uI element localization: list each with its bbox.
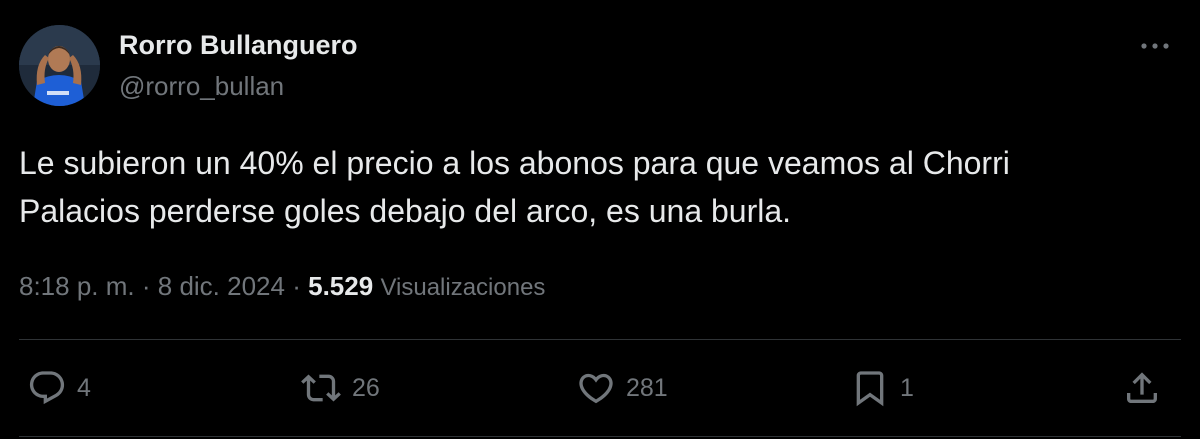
like-count: 281 (626, 373, 668, 402)
retweet-button[interactable]: 26 (300, 368, 380, 408)
tweet-time[interactable]: 8:18 p. m. (19, 271, 135, 301)
tweet-card: Rorro Bullanguero @rorro_bullan Le subie… (0, 0, 1200, 439)
bookmark-count: 1 (900, 373, 914, 402)
divider (19, 436, 1181, 437)
author-name[interactable]: Rorro Bullanguero (119, 28, 358, 62)
views-label[interactable]: Visualizaciones (380, 274, 545, 301)
share-icon (1127, 372, 1157, 403)
more-horizontal-icon (1141, 43, 1169, 49)
divider (19, 339, 1181, 340)
bookmark-icon (856, 371, 884, 407)
tweet-date[interactable]: 8 dic. 2024 (158, 271, 285, 301)
more-options-button[interactable] (1135, 30, 1175, 60)
reply-button[interactable]: 4 (27, 368, 91, 408)
reply-count: 4 (77, 373, 91, 402)
retweet-icon (301, 374, 341, 402)
retweet-count: 26 (352, 373, 380, 402)
tweet-text: Le subieron un 40% el precio a los abono… (19, 145, 1010, 229)
tweet-meta: 8:18 p. m. · 8 dic. 2024 · 5.529 Visuali… (19, 268, 545, 306)
bookmark-button[interactable]: 1 (850, 368, 914, 408)
meta-separator: · (141, 271, 151, 301)
share-button[interactable] (1122, 368, 1162, 408)
reply-icon (29, 371, 65, 405)
like-button[interactable]: 281 (576, 368, 668, 408)
heart-icon (579, 373, 613, 404)
meta-separator: · (292, 271, 301, 301)
author-handle[interactable]: @rorro_bullan (119, 70, 284, 102)
views-count[interactable]: 5.529 (308, 271, 373, 301)
avatar[interactable] (19, 25, 100, 106)
